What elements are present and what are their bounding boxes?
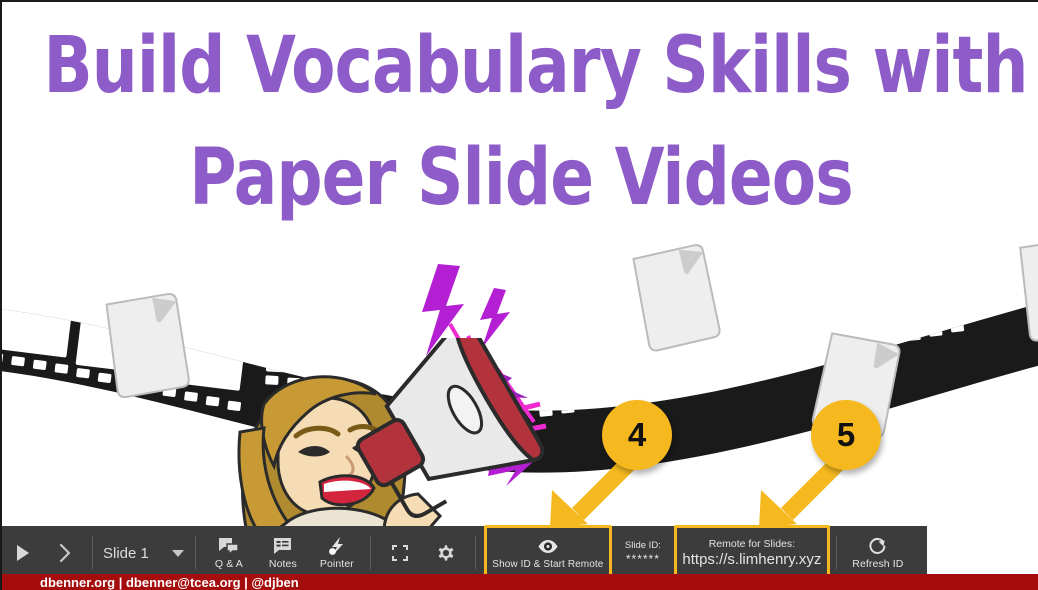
notes-button[interactable]: Notes xyxy=(256,526,310,580)
notes-label: Notes xyxy=(268,558,297,570)
paper-sheet-icon xyxy=(632,244,721,352)
slide-selector[interactable]: Slide 1 xyxy=(99,545,189,562)
slide-id-label: Slide ID: xyxy=(624,540,661,551)
paper-sheet-icon xyxy=(1019,237,1038,342)
toolbar-divider xyxy=(474,536,476,570)
slide-selector-label: Slide 1 xyxy=(103,544,149,562)
megaphone-icon xyxy=(355,338,544,518)
speaker-notes-icon xyxy=(273,536,292,556)
remote-for-slides-link[interactable]: Remote for Slides: https://s.limhenry.xy… xyxy=(676,528,827,578)
callout-badge-4: 4 xyxy=(602,400,672,470)
laser-pointer-icon xyxy=(327,536,346,556)
refresh-icon xyxy=(868,536,887,556)
remote-highlight-box: Remote for Slides: https://s.limhenry.xy… xyxy=(673,525,830,581)
fullscreen-icon xyxy=(391,543,409,563)
chevron-down-icon xyxy=(171,545,185,562)
qa-label: Q & A xyxy=(214,558,243,570)
slide-title-line-1: Build Vocabulary Skills with xyxy=(43,21,1029,111)
show-id-and-start-remote-button[interactable]: Show ID & Start Remote xyxy=(486,528,609,578)
presentation-toolbar: Slide 1 Q & A Notes Pointer Show ID & St… xyxy=(2,525,927,581)
play-button[interactable] xyxy=(2,526,44,580)
toolbar-divider xyxy=(369,536,371,570)
chat-bubbles-icon xyxy=(218,536,240,556)
settings-button[interactable] xyxy=(423,526,469,580)
presentation-window: Build Vocabulary Skills with Paper Slide… xyxy=(0,0,1038,590)
callout-badge-5: 5 xyxy=(811,400,881,470)
pointer-label: Pointer xyxy=(319,558,354,570)
slide-title-line-2: Paper Slide Videos xyxy=(189,133,853,223)
next-slide-button[interactable] xyxy=(44,526,86,580)
remote-label: Remote for Slides: xyxy=(708,538,796,550)
refresh-id-label: Refresh ID xyxy=(852,558,904,570)
qa-button[interactable]: Q & A xyxy=(202,526,256,580)
toolbar-divider xyxy=(92,536,93,570)
toolbar-divider xyxy=(194,536,196,570)
fullscreen-button[interactable] xyxy=(377,526,423,580)
show-id-label: Show ID & Start Remote xyxy=(492,559,604,570)
pointer-button[interactable]: Pointer xyxy=(310,526,364,580)
paper-sheet-icon xyxy=(105,293,190,399)
refresh-id-button[interactable]: Refresh ID xyxy=(843,526,913,580)
play-icon xyxy=(15,543,31,563)
eye-icon xyxy=(537,536,559,556)
show-id-highlight-box: Show ID & Start Remote xyxy=(483,525,612,581)
slide-id-value: ****** xyxy=(625,552,660,566)
gear-icon xyxy=(436,543,456,563)
slide-canvas: Build Vocabulary Skills with Paper Slide… xyxy=(2,2,1038,532)
remote-url: https://s.limhenry.xyz xyxy=(682,551,822,568)
slide-id-display: Slide ID: ****** xyxy=(612,526,674,580)
toolbar-divider xyxy=(835,536,837,570)
chevron-right-icon xyxy=(58,543,72,563)
